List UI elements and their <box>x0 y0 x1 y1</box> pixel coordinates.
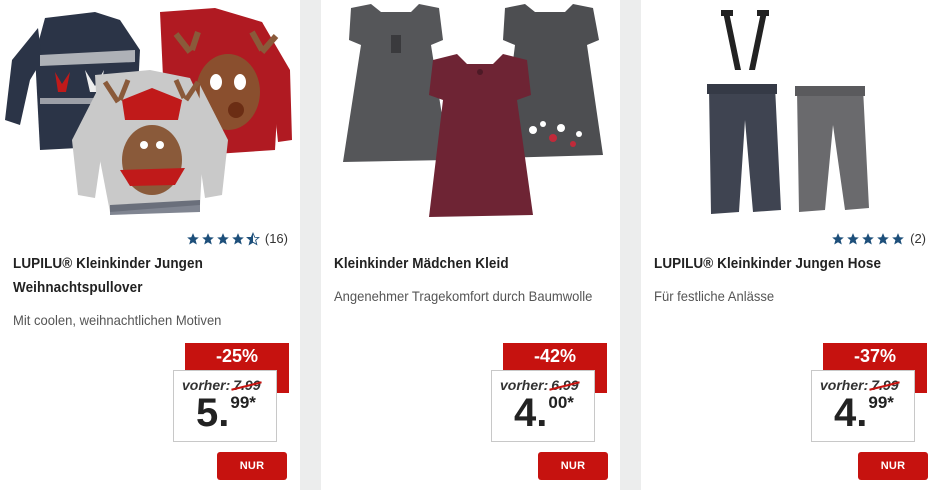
price-panel: vorher: 7.99 4.99* <box>811 370 915 442</box>
price-panel: vorher: 7.99 5.99* <box>173 370 277 442</box>
price-decimal: 99* <box>868 393 894 412</box>
product-card[interactable]: (16) LUPILU® Kleinkinder Jungen Weihnach… <box>0 0 300 490</box>
product-description: Mit coolen, weihnachtlichen Motiven <box>13 312 222 328</box>
product-title[interactable]: Kleinkinder Mädchen Kleid <box>334 252 590 276</box>
star-icon <box>202 232 214 245</box>
rating-count: (16) <box>264 231 288 246</box>
price-decimal: 99* <box>230 393 256 412</box>
star-icon <box>232 232 244 245</box>
current-price: 4.00* <box>514 393 574 433</box>
product-grid: (16) LUPILU® Kleinkinder Jungen Weihnach… <box>0 0 938 490</box>
star-icon <box>892 232 904 245</box>
dresses-image[interactable] <box>321 0 620 225</box>
rating-count: (2) <box>910 231 926 246</box>
star-icon <box>862 232 874 245</box>
online-only-button[interactable]: NUR ONLINE <box>217 452 287 490</box>
product-description: Für festliche Anlässe <box>654 288 775 304</box>
half-star-icon <box>245 231 260 245</box>
old-price-value: 6.99 <box>551 377 579 393</box>
star-icon <box>832 232 844 245</box>
price-panel: vorher: 6.99 4.00* <box>491 370 595 442</box>
online-only-button[interactable]: NUR ONLINE <box>858 452 928 490</box>
price-decimal: 00* <box>548 393 574 412</box>
product-card[interactable]: (2) LUPILU® Kleinkinder Jungen Hose Für … <box>641 0 938 490</box>
product-card[interactable]: Kleinkinder Mädchen Kleid Angenehmer Tra… <box>321 0 620 490</box>
rating[interactable]: (2) <box>831 231 926 246</box>
star-rating <box>831 232 906 246</box>
rating[interactable]: (16) <box>186 231 288 246</box>
price-box: -37% vorher: 7.99 4.99* <box>811 343 927 443</box>
current-price: 5.99* <box>196 393 256 433</box>
product-title[interactable]: LUPILU® Kleinkinder Jungen Weihnachtspul… <box>13 252 269 300</box>
price-box: -25% vorher: 7.99 5.99* <box>173 343 289 443</box>
product-description: Angenehmer Tragekomfort durch Baumwolle <box>334 288 593 304</box>
star-icon <box>187 232 199 245</box>
old-price-value: 7.99 <box>233 377 261 393</box>
price-box: -42% vorher: 6.99 4.00* <box>491 343 607 443</box>
price-integer: 4. <box>834 391 868 435</box>
price-integer: 5. <box>196 391 230 435</box>
old-price-value: 7.99 <box>871 377 899 393</box>
product-title[interactable]: LUPILU® Kleinkinder Jungen Hose <box>654 252 910 276</box>
star-icon <box>847 232 859 245</box>
current-price: 4.99* <box>834 393 894 433</box>
star-icon <box>217 232 229 245</box>
online-only-button[interactable]: NUR ONLINE <box>538 452 608 490</box>
trousers-image[interactable] <box>641 0 938 225</box>
sweaters-image[interactable] <box>0 0 300 225</box>
price-integer: 4. <box>514 391 548 435</box>
star-rating <box>186 231 261 246</box>
star-icon <box>877 232 889 245</box>
